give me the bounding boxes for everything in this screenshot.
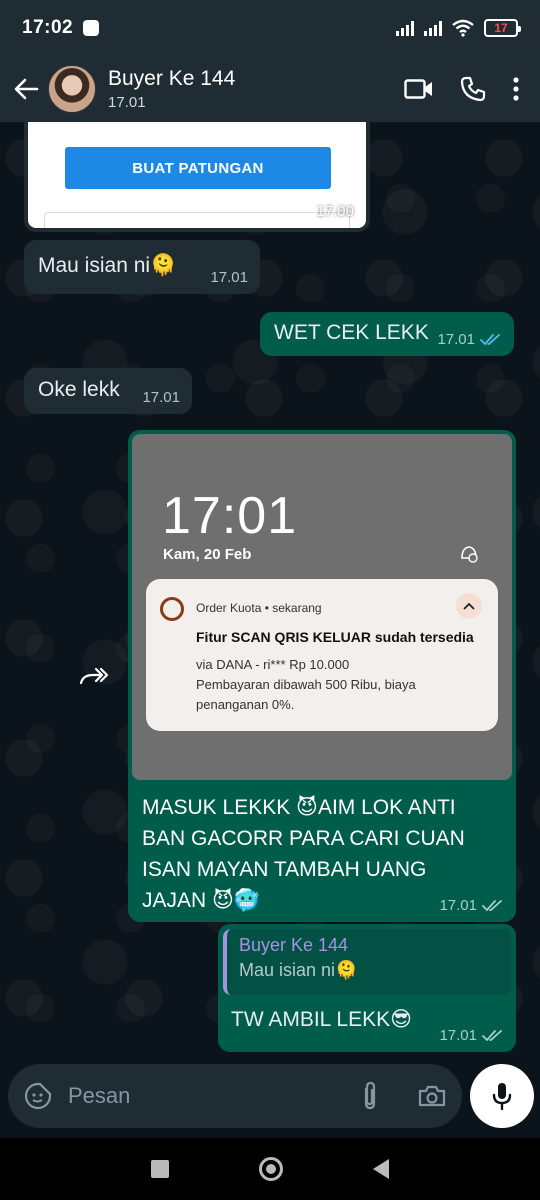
outgoing-message[interactable]: WET CEK LEKK 17.01 [260, 312, 514, 356]
home-button[interactable] [259, 1157, 283, 1181]
signal-icon [424, 20, 442, 36]
last-seen: 17.01 [108, 94, 146, 111]
attach-button[interactable] [354, 1080, 386, 1112]
wifi-icon [452, 19, 474, 37]
image-caption: MASUK LEKKK 😈AIM LOK ANTI BAN GACORR PAR… [142, 796, 465, 912]
outgoing-reply-message[interactable]: Buyer Ke 144 Mau isian ni🫠 TW AMBIL LEKK… [218, 924, 516, 1052]
avatar[interactable] [48, 65, 96, 113]
notification-line: Pembayaran dibawah 500 Ribu, biaya penan… [196, 677, 416, 712]
delivered-receipt-icon [482, 1029, 502, 1041]
message-input-container[interactable]: Pesan [8, 1064, 462, 1128]
status-bar: 17:02 17 [0, 0, 540, 56]
notification-line: via DANA - ri*** Rp 10.000 [196, 657, 350, 672]
voice-message-button[interactable] [470, 1064, 534, 1128]
chat-area[interactable]: BUAT PATUNGAN 17.00 Mau isian ni🫠 17.01 … [0, 122, 540, 1056]
lockscreen-date: Kam, 20 Feb [163, 546, 252, 563]
more-options-icon[interactable] [512, 76, 520, 102]
screenshot-image[interactable]: 17:01 Kam, 20 Feb Order Kuota • sekarang… [132, 434, 512, 780]
buat-patungan-button[interactable]: BUAT PATUNGAN [65, 147, 331, 189]
quoted-message[interactable]: Buyer Ke 144 Mau isian ni🫠 [223, 929, 511, 995]
arrow-left-icon [14, 78, 39, 100]
chevron-up-icon [456, 593, 482, 619]
lockscreen-clock: 17:01 [162, 487, 298, 545]
message-text: WET CEK LEKK [274, 321, 429, 344]
quoted-sender: Buyer Ke 144 [239, 935, 349, 955]
message-input[interactable]: Pesan [68, 1083, 130, 1109]
message-time: 17.01 [142, 389, 180, 406]
notification-app: Order Kuota • sekarang [196, 601, 322, 615]
microphone-icon [492, 1083, 512, 1111]
phone-icon[interactable] [460, 76, 486, 102]
sticker-icon [24, 1082, 52, 1110]
contact-name: Buyer Ke 144 [108, 67, 236, 90]
video-call-icon[interactable] [404, 78, 434, 100]
composer: Pesan [0, 1056, 540, 1138]
forward-button[interactable] [72, 654, 116, 698]
media-preview[interactable]: BUAT PATUNGAN 17.00 [28, 122, 366, 228]
forward-icon [79, 667, 109, 685]
read-receipt-icon [480, 333, 500, 345]
alarm-icon [461, 546, 478, 563]
incoming-message[interactable]: Mau isian ni🫠 17.01 [24, 240, 260, 294]
recents-button[interactable] [151, 1160, 169, 1178]
contact-info[interactable]: Buyer Ke 144 17.01 [108, 67, 235, 111]
system-navigation-bar [0, 1138, 540, 1200]
incoming-message[interactable]: Oke lekk 17.01 [24, 368, 192, 414]
status-time: 17:02 [22, 17, 74, 38]
quoted-text: Mau isian ni🫠 [239, 960, 358, 980]
app-circle-icon [160, 597, 184, 621]
notification-card: Order Kuota • sekarang Fitur SCAN QRIS K… [146, 579, 498, 731]
battery-level: 17 [494, 21, 508, 35]
card-field [44, 212, 350, 228]
camera-button[interactable] [416, 1080, 448, 1112]
message-text: Oke lekk [38, 378, 120, 401]
message-time: 17.00 [316, 203, 354, 220]
emoji-button[interactable] [22, 1080, 54, 1112]
media-message[interactable]: BUAT PATUNGAN 17.00 [24, 122, 370, 232]
outgoing-image-message[interactable]: 17:01 Kam, 20 Feb Order Kuota • sekarang… [128, 430, 516, 922]
message-time: 17.01 [439, 897, 477, 914]
chat-header: Buyer Ke 144 17.01 [0, 56, 540, 122]
message-time: 17.01 [439, 1027, 477, 1044]
signal-icon [396, 20, 414, 36]
back-button[interactable] [4, 67, 48, 111]
battery-icon: 17 [484, 19, 521, 37]
back-nav-button[interactable] [373, 1159, 389, 1179]
notification-title: Fitur SCAN QRIS KELUAR sudah tersedia [196, 629, 474, 645]
message-time: 17.01 [210, 269, 248, 286]
delivered-receipt-icon [482, 899, 502, 911]
message-text: Mau isian ni🫠 [38, 254, 177, 277]
notification-icon [83, 20, 100, 36]
paperclip-icon [364, 1081, 376, 1110]
camera-icon [418, 1085, 446, 1107]
message-time: 17.01 [437, 331, 475, 348]
